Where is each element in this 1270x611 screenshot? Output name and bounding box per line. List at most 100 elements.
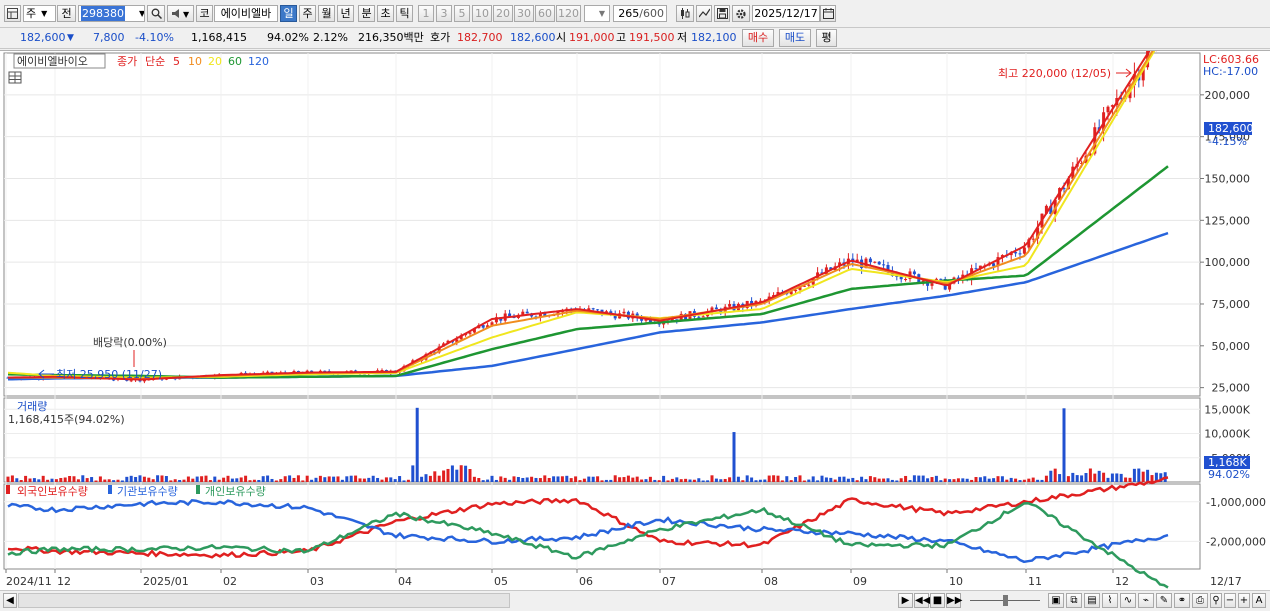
volume-bar (424, 474, 428, 482)
volume-bar (961, 478, 965, 482)
stock-chart[interactable]: 200,000175,000150,000125,000100,00075,00… (0, 20, 1270, 591)
code-input[interactable]: 298380 ▼ (78, 5, 145, 22)
candlesticks (6, 22, 1167, 384)
volume-bar (719, 479, 723, 482)
volume-bar (732, 432, 736, 482)
layout-icon[interactable] (4, 5, 21, 22)
interval-1[interactable]: 1 (418, 5, 434, 22)
x-tick-label: 08 (764, 575, 778, 588)
scroll-track[interactable] (18, 593, 510, 608)
volume-bar (6, 476, 10, 482)
zoom-slider-handle[interactable] (1003, 595, 1008, 606)
volume-bar (41, 475, 45, 482)
holdings-pane-border (3, 483, 1201, 570)
volume-bar (838, 476, 842, 482)
scroll-left-icon[interactable]: ◀ (3, 593, 17, 608)
date-field[interactable]: 2025/12/17 (752, 5, 820, 22)
fast-forward-icon[interactable]: ▶▶ (946, 593, 962, 608)
volume-bar (1080, 475, 1084, 482)
interval-3[interactable]: 3 (436, 5, 452, 22)
top-toolbar: 주 ▼ 전 298380 ▼ ▼ 코 에이비엘바 일 주 월 년 분 초 틱 1 3… (0, 0, 1270, 28)
dividend-annotation: 배당락(0.00%) (93, 336, 167, 349)
x-tick-label: 07 (662, 575, 676, 588)
period-year[interactable]: 년 (337, 5, 354, 22)
chart-type-icon[interactable]: ⌇ (1102, 593, 1118, 608)
count-field[interactable]: 265/600 (613, 5, 667, 22)
window-icon[interactable]: ▣ (1048, 593, 1064, 608)
period-month[interactable]: 월 (318, 5, 335, 22)
up-candle (1031, 238, 1035, 240)
lock-icon[interactable]: ▤ (1084, 593, 1100, 608)
volume-bar (389, 477, 393, 482)
magnify-icon[interactable]: ⚲ (1210, 593, 1222, 608)
period-week[interactable]: 주 (299, 5, 316, 22)
bid-price: 182,600 (510, 31, 556, 44)
legend-individual: 개인보유수량 (205, 485, 266, 498)
copy-icon[interactable]: ⧉ (1066, 593, 1082, 608)
kosdaq-button[interactable]: 코 (196, 5, 213, 22)
volume-bar (1022, 479, 1026, 482)
volume-bar (76, 479, 80, 482)
down-candle (939, 278, 943, 280)
rewind-icon[interactable]: ◀◀ (914, 593, 930, 608)
buy-button[interactable]: 매수 (742, 29, 774, 47)
volume-bar (728, 477, 732, 482)
period-tick[interactable]: 틱 (396, 5, 413, 22)
interval-20[interactable]: 20 (493, 5, 513, 22)
legend-institution: 기관보유수량 (117, 485, 178, 498)
volume-bar (1009, 477, 1013, 482)
interval-dropdown[interactable]: ▼ (584, 5, 610, 22)
volume-bar (609, 479, 613, 482)
gear-icon[interactable] (732, 5, 750, 22)
draw-icon[interactable]: ✎ (1156, 593, 1172, 608)
indicator-icon[interactable]: ⌁ (1138, 593, 1154, 608)
volume-bar (697, 478, 701, 482)
interval-10[interactable]: 10 (472, 5, 492, 22)
chart-area[interactable]: 200,000 175,000 150,000 125,000 100,000 75,00… (0, 20, 1270, 591)
speaker-icon[interactable]: ▼ (167, 5, 194, 22)
font-size-icon[interactable]: A (1252, 593, 1266, 608)
volume-bar (252, 479, 256, 482)
volume-bar (1071, 472, 1075, 482)
interval-5[interactable]: 5 (454, 5, 470, 22)
volume-bar (406, 479, 410, 482)
trend-icon[interactable]: ∿ (1120, 593, 1136, 608)
table-icon[interactable] (8, 71, 22, 84)
period-minute[interactable]: 분 (358, 5, 375, 22)
current-price: 182,600 (20, 31, 66, 44)
price-tick-label: 200,000 (1205, 89, 1251, 102)
volume-bar (750, 477, 754, 482)
volume-bar (147, 477, 151, 482)
chain-icon[interactable]: ⚭ (1174, 593, 1190, 608)
save-icon[interactable] (714, 5, 730, 22)
prev-button[interactable]: 전 (57, 5, 76, 22)
zoom-in-icon[interactable]: + (1238, 593, 1250, 608)
volume-bar (81, 475, 85, 482)
volume-bar (213, 476, 217, 482)
print-icon[interactable]: ⎙ (1192, 593, 1208, 608)
ma-line-10 (8, 25, 1169, 380)
sell-button[interactable]: 매도 (779, 29, 811, 47)
volume-bar (543, 475, 547, 482)
search-icon[interactable] (147, 5, 165, 22)
calendar-icon[interactable] (820, 5, 836, 22)
play-icon[interactable]: ▶ (898, 593, 913, 608)
volume-bar (230, 478, 234, 482)
volume-bar (156, 475, 160, 482)
period-day[interactable]: 일 (280, 5, 297, 22)
interval-30[interactable]: 30 (514, 5, 534, 22)
period-second[interactable]: 초 (377, 5, 394, 22)
x-axis-right-date: 12/17 (1210, 575, 1242, 588)
interval-120[interactable]: 120 (556, 5, 581, 22)
average-button[interactable]: 평 (816, 29, 837, 47)
candle-icon[interactable] (676, 5, 694, 22)
draw-line-icon[interactable] (696, 5, 712, 22)
volume-bar (508, 479, 512, 482)
zoom-out-icon[interactable]: − (1224, 593, 1236, 608)
volume-bar (626, 475, 630, 482)
stock-name-field[interactable]: 에이비엘바 (214, 5, 278, 22)
market-select[interactable]: 주 ▼ (23, 5, 56, 22)
interval-60[interactable]: 60 (535, 5, 555, 22)
stop-icon[interactable]: ■ (930, 593, 945, 608)
volume-bar (332, 476, 336, 482)
